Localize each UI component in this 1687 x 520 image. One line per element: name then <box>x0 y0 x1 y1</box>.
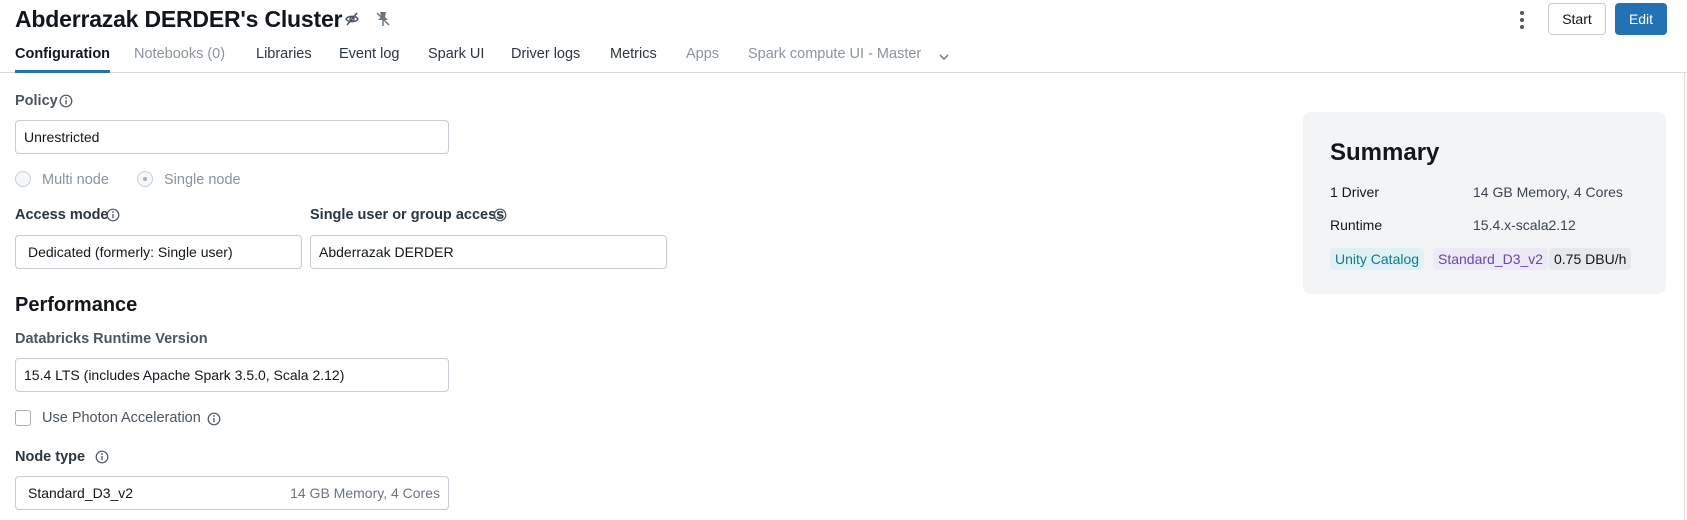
summary-title: Summary <box>1330 139 1440 166</box>
unity-catalog-tag: Unity Catalog <box>1330 248 1425 270</box>
tab-metrics[interactable]: Metrics <box>610 46 657 70</box>
summary-driver-key: 1 Driver <box>1330 184 1380 200</box>
dbu-rate-tag: 0.75 DBU/h <box>1549 248 1632 270</box>
kebab-menu-icon[interactable] <box>1512 9 1532 31</box>
access-mode-label: Access mode <box>15 207 109 223</box>
photon-checkbox[interactable] <box>15 410 31 426</box>
single-user-select[interactable]: Abderrazak DERDER <box>310 235 667 269</box>
tab-spark-compute-ui[interactable]: Spark compute UI - Master <box>748 46 921 70</box>
tab-event-log[interactable]: Event log <box>339 46 399 70</box>
access-mode-select[interactable]: Dedicated (formerly: Single user) <box>15 235 302 269</box>
summary-runtime-value: 15.4.x-scala2.12 <box>1473 217 1576 233</box>
multi-node-label: Multi node <box>42 172 109 188</box>
page-title: Abderrazak DERDER's Cluster <box>15 6 343 32</box>
tab-apps[interactable]: Apps <box>686 46 719 70</box>
start-button[interactable]: Start <box>1548 3 1606 35</box>
single-user-label: Single user or group access <box>310 207 505 223</box>
multi-node-radio[interactable] <box>15 171 31 187</box>
summary-panel: Summary 1 Driver 14 GB Memory, 4 Cores R… <box>1303 112 1666 294</box>
edit-button[interactable]: Edit <box>1615 3 1667 35</box>
policy-label: Policy <box>15 93 58 109</box>
info-icon[interactable] <box>59 94 73 108</box>
tab-spark-ui[interactable]: Spark UI <box>428 46 484 70</box>
tab-libraries[interactable]: Libraries <box>256 46 312 70</box>
node-type-tag: Standard_D3_v2 <box>1433 248 1549 270</box>
tab-configuration[interactable]: Configuration <box>15 46 111 73</box>
info-icon[interactable] <box>106 208 120 222</box>
policy-select[interactable]: Unrestricted <box>15 120 449 154</box>
eye-off-icon[interactable] <box>343 10 361 28</box>
runtime-version-select[interactable]: 15.4 LTS (includes Apache Spark 3.5.0, S… <box>15 358 449 392</box>
performance-heading: Performance <box>15 294 138 316</box>
single-node-radio[interactable] <box>137 171 153 187</box>
runtime-version-label: Databricks Runtime Version <box>15 331 208 347</box>
info-icon[interactable] <box>207 412 221 426</box>
scrollbar[interactable] <box>1684 72 1685 520</box>
summary-driver-value: 14 GB Memory, 4 Cores <box>1473 184 1623 200</box>
single-node-label: Single node <box>164 172 241 188</box>
tab-driver-logs[interactable]: Driver logs <box>511 46 580 70</box>
node-type-spec: 14 GB Memory, 4 Cores <box>290 485 440 501</box>
pin-off-icon[interactable] <box>374 10 392 28</box>
node-type-select[interactable]: Standard_D3_v2 14 GB Memory, 4 Cores <box>15 476 449 510</box>
info-icon[interactable] <box>95 450 109 464</box>
info-icon[interactable] <box>493 208 507 222</box>
chevron-down-icon[interactable] <box>938 51 950 63</box>
photon-label: Use Photon Acceleration <box>42 410 201 426</box>
node-type-label: Node type <box>15 449 86 465</box>
tab-notebooks[interactable]: Notebooks (0) <box>134 46 225 70</box>
tab-bar: Configuration Notebooks (0) Libraries Ev… <box>0 44 1687 73</box>
node-type-value: Standard_D3_v2 <box>28 485 134 501</box>
summary-runtime-key: Runtime <box>1330 217 1383 233</box>
